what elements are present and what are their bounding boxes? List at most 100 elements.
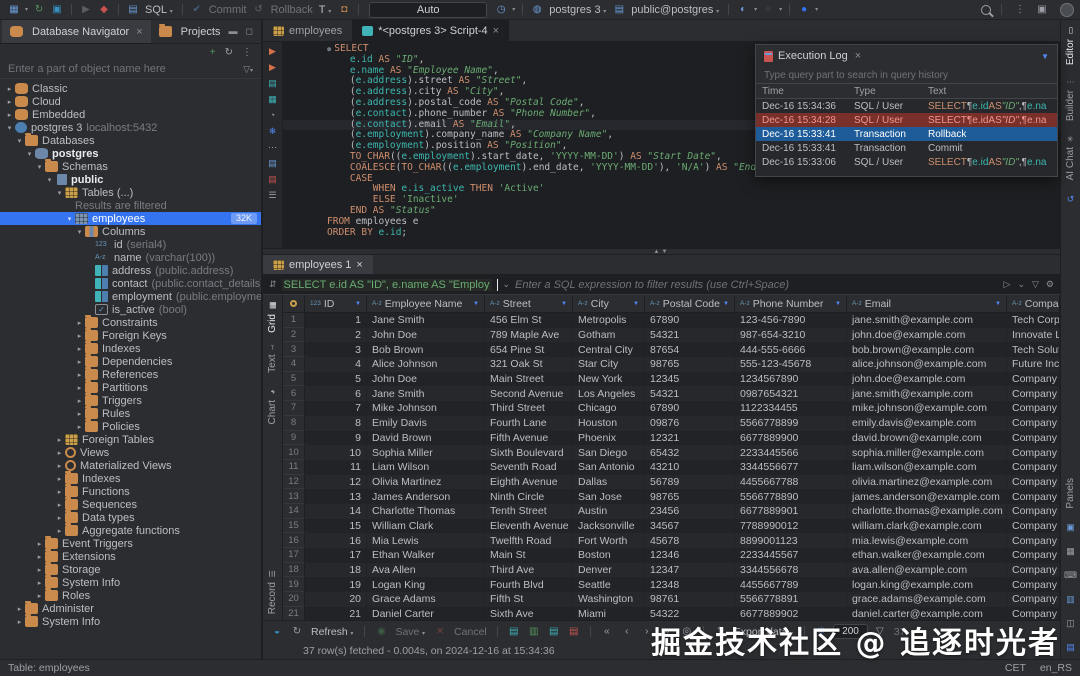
tree-item-address[interactable]: address(public.address) bbox=[0, 264, 261, 277]
tree-expand-arrow[interactable]: ▸ bbox=[14, 605, 25, 613]
console-window-icon[interactable]: ▦ bbox=[268, 94, 277, 105]
cell[interactable]: Company N bbox=[1007, 563, 1060, 578]
cell[interactable]: 12321 bbox=[645, 431, 735, 446]
log-col-text[interactable]: Text bbox=[922, 84, 1057, 98]
cell[interactable]: James Anderson bbox=[367, 489, 485, 504]
cell[interactable]: 5566778891 bbox=[735, 592, 847, 607]
open-folder-icon[interactable]: ▣ bbox=[49, 1, 65, 19]
cell[interactable]: Main St bbox=[485, 548, 573, 563]
view-tab-chart[interactable]: Chart◕ bbox=[267, 387, 278, 424]
log-row[interactable]: Dec-16 15:34:28SQL / UserSELECT ¶ e.id A… bbox=[756, 113, 1057, 127]
execution-log-title-bar[interactable]: Execution Log × ▼ bbox=[756, 45, 1057, 67]
tree-item-references[interactable]: ▸References bbox=[0, 368, 261, 381]
cell[interactable]: 23456 bbox=[645, 504, 735, 519]
window-controls-icon[interactable]: ▣ bbox=[1034, 1, 1050, 19]
cell[interactable]: olivia.martinez@example.com bbox=[847, 475, 1007, 490]
tree-item-triggers[interactable]: ▸Triggers bbox=[0, 394, 261, 407]
cell[interactable]: john.doe@example.com bbox=[847, 328, 1007, 343]
tree-item-data-types[interactable]: ▸Data types bbox=[0, 511, 261, 524]
row-number[interactable]: 17 bbox=[283, 548, 305, 563]
search-everywhere-icon[interactable] bbox=[981, 5, 991, 15]
row-number[interactable]: 9 bbox=[283, 431, 305, 446]
tree-item-postgres-3[interactable]: ▾postgres 3localhost:5432 bbox=[0, 121, 261, 134]
tab-script-4[interactable]: *<postgres 3> Script-4 × bbox=[352, 20, 509, 41]
tree-item-is-active[interactable]: ✓is_active(bool) bbox=[0, 303, 261, 316]
cell[interactable]: 456 Elm St bbox=[485, 313, 573, 328]
tree-item-schemas[interactable]: ▾Schemas bbox=[0, 160, 261, 173]
cancel-icon[interactable]: ✕ bbox=[432, 623, 448, 641]
cell[interactable]: Washington bbox=[573, 592, 645, 607]
status-item-cet[interactable]: CET bbox=[1005, 662, 1026, 674]
first-page-icon[interactable]: « bbox=[599, 623, 615, 641]
cell[interactable]: 56789 bbox=[645, 475, 735, 490]
cell[interactable]: 98761 bbox=[645, 592, 735, 607]
tab-employees-1[interactable]: employees 1 × bbox=[263, 255, 373, 274]
cell[interactable]: Company P bbox=[1007, 592, 1060, 607]
upload-dump-icon[interactable]: ◒ bbox=[269, 623, 285, 641]
sort-arrow-icon[interactable]: ▼ bbox=[835, 301, 841, 307]
restore-layout-icon[interactable]: ↺ bbox=[1067, 194, 1075, 205]
more-dots-icon[interactable]: ⋯ bbox=[268, 142, 277, 153]
view-tab-grid[interactable]: Grid▦ bbox=[267, 301, 278, 333]
cell[interactable]: Chicago bbox=[573, 401, 645, 416]
horizontal-splitter[interactable]: ▲▼ bbox=[263, 248, 1060, 255]
cell[interactable]: 987-654-3210 bbox=[735, 328, 847, 343]
tree-expand-arrow[interactable]: ▸ bbox=[34, 540, 45, 548]
tree-expand-arrow[interactable]: ▸ bbox=[74, 384, 85, 392]
database-panel-icon[interactable]: ▣ bbox=[1066, 522, 1075, 533]
tree-expand-arrow[interactable]: ▸ bbox=[54, 449, 65, 457]
row-number[interactable]: 21 bbox=[283, 607, 305, 620]
tree-collapse-arrow[interactable]: ▾ bbox=[24, 150, 35, 158]
column-header-postal-code[interactable]: A-zPostal Code▼ bbox=[645, 295, 735, 312]
tree-item-columns[interactable]: ▾Columns bbox=[0, 225, 261, 238]
cell[interactable]: 19 bbox=[305, 577, 367, 592]
right-tab-ai-chat[interactable]: AI Chat✳ bbox=[1065, 134, 1076, 180]
lock-icon[interactable]: ◘ bbox=[336, 1, 352, 19]
view-tab-text[interactable]: Textᵀ bbox=[267, 347, 278, 373]
cell[interactable]: charlotte.thomas@example.com bbox=[847, 504, 1007, 519]
cell[interactable]: liam.wilson@example.com bbox=[847, 460, 1007, 475]
tree-item-policies[interactable]: ▸Policies bbox=[0, 420, 261, 433]
cell[interactable]: 1122334455 bbox=[735, 401, 847, 416]
cell[interactable]: Company A bbox=[1007, 372, 1060, 387]
cell[interactable]: 43210 bbox=[645, 460, 735, 475]
cell[interactable]: 09876 bbox=[645, 416, 735, 431]
cell[interactable]: Los Angeles bbox=[573, 386, 645, 401]
save-button[interactable]: Save ▾ bbox=[393, 626, 428, 638]
sync-icon[interactable]: ↻ bbox=[31, 1, 47, 19]
cell[interactable]: 12347 bbox=[645, 563, 735, 578]
cell[interactable]: David Brown bbox=[367, 431, 485, 446]
duplicate-row-icon[interactable]: ▤ bbox=[546, 623, 562, 641]
cell[interactable]: 11 bbox=[305, 460, 367, 475]
cell[interactable]: John Doe bbox=[367, 372, 485, 387]
tree-item-sequences[interactable]: ▸Sequences bbox=[0, 498, 261, 511]
cell[interactable]: 9 bbox=[305, 431, 367, 446]
navigator-search[interactable]: Enter a part of object name here ▽▾ bbox=[0, 60, 261, 79]
cell[interactable]: Grace Adams bbox=[367, 592, 485, 607]
cell[interactable]: Fort Worth bbox=[573, 533, 645, 548]
tree-expand-arrow[interactable]: ▸ bbox=[54, 436, 65, 444]
cell[interactable]: mike.johnson@example.com bbox=[847, 401, 1007, 416]
cell[interactable]: 21 bbox=[305, 607, 367, 620]
tree-expand-arrow[interactable]: ▸ bbox=[74, 397, 85, 405]
cell[interactable]: 1234567890 bbox=[735, 372, 847, 387]
cell[interactable]: Bob Brown bbox=[367, 342, 485, 357]
cell[interactable]: Daniel Carter bbox=[367, 607, 485, 620]
commit-icon[interactable]: ✔ bbox=[189, 1, 205, 19]
sort-arrow-icon[interactable]: ▼ bbox=[473, 301, 479, 307]
row-number[interactable]: 2 bbox=[283, 328, 305, 343]
tree-item-id[interactable]: 123id(serial4) bbox=[0, 238, 261, 251]
tab-employees-table[interactable]: employees bbox=[263, 20, 352, 41]
cell[interactable]: 6 bbox=[305, 386, 367, 401]
float-icon[interactable]: ◻ bbox=[246, 26, 253, 37]
cell[interactable]: 3344556677 bbox=[735, 460, 847, 475]
cell[interactable]: Emily Davis bbox=[367, 416, 485, 431]
grid-panel-icon[interactable]: ▦ bbox=[1066, 546, 1075, 557]
tree-item-tables[interactable]: ▾Tables (...) bbox=[0, 186, 261, 199]
right-tab-editor[interactable]: Editor▭ bbox=[1065, 26, 1076, 65]
file-icon[interactable]: ▤ bbox=[268, 158, 277, 169]
cell[interactable]: ava.allen@example.com bbox=[847, 563, 1007, 578]
cell[interactable]: john.doe@example.com bbox=[847, 372, 1007, 387]
cell[interactable]: Mia Lewis bbox=[367, 533, 485, 548]
tree-item-extensions[interactable]: ▸Extensions bbox=[0, 550, 261, 563]
